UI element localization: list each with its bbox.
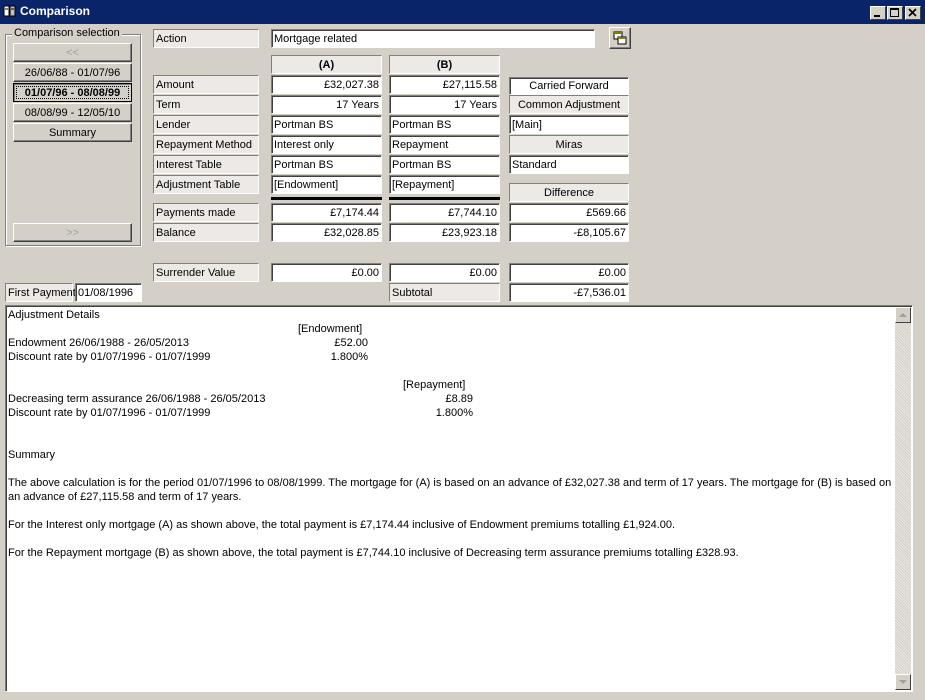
repayment-header: [Repayment] — [403, 379, 466, 391]
repayment-method-b-field[interactable]: Repayment — [389, 135, 500, 154]
arrow-up-icon — [899, 313, 907, 317]
surrender-value-difference-field[interactable]: £0.00 — [509, 263, 629, 282]
minimize-button[interactable] — [870, 6, 886, 20]
summary-paragraph-3: For the Repayment mortgage (B) as shown … — [8, 547, 739, 559]
subtotal-label: Subtotal — [389, 283, 500, 302]
column-b-separator — [389, 197, 500, 200]
action-label: Action — [153, 29, 259, 48]
minimize-icon — [874, 15, 880, 17]
endowment-header: [Endowment] — [298, 323, 363, 335]
details-heading: Adjustment Details — [8, 309, 100, 321]
payments-made-label: Payments made — [153, 203, 259, 222]
app-icon — [3, 5, 16, 17]
repayment-method-a-field[interactable]: Interest only — [271, 135, 382, 154]
dta-value: £8.89 — [445, 393, 473, 405]
scroll-up-button[interactable] — [895, 307, 911, 323]
repayment-method-label: Repayment Method — [153, 135, 259, 154]
title-bar[interactable] — [0, 0, 925, 24]
selection-item-summary[interactable]: Summary — [13, 123, 132, 142]
summary-paragraph-1a: The above calculation is for the period … — [8, 477, 892, 489]
payments-made-a-field[interactable]: £7,174.44 — [271, 203, 382, 222]
dta-line: Decreasing term assurance 26/06/1988 - 2… — [8, 393, 266, 405]
discount-line-1: Discount rate by 01/07/1996 - 01/07/1999 — [8, 351, 211, 363]
comparison-selection-legend: Comparison selection — [12, 27, 122, 39]
summary-paragraph-1b: an advance of £27,115.58 and term of 17 … — [8, 491, 242, 503]
discount-value-1: 1.800% — [330, 351, 368, 363]
lender-a-field[interactable]: Portman BS — [271, 115, 382, 134]
lender-label: Lender — [153, 115, 259, 134]
balance-difference-field[interactable]: -£8,105.67 — [509, 223, 629, 242]
summary-paragraph-2: For the Interest only mortgage (A) as sh… — [8, 519, 676, 531]
endowment-value: £52.00 — [334, 337, 368, 349]
column-header-b: (B) — [389, 55, 500, 74]
close-button[interactable] — [905, 6, 921, 20]
adjustment-table-b-field[interactable]: [Repayment] — [389, 175, 500, 194]
miras-field[interactable]: Standard — [509, 155, 629, 174]
carried-forward-button[interactable]: Carried Forward — [509, 77, 629, 95]
selection-item-period-3[interactable]: 08/08/99 - 12/05/10 — [13, 103, 132, 122]
surrender-value-label: Surrender Value — [153, 263, 259, 282]
summary-heading: Summary — [8, 449, 56, 461]
maximize-button[interactable] — [887, 6, 903, 20]
term-label: Term — [153, 95, 259, 114]
window-title: Comparison — [20, 4, 91, 18]
subtotal-field[interactable]: -£7,536.01 — [509, 283, 629, 302]
common-adjustment-label: Common Adjustment — [509, 95, 629, 114]
interest-table-a-field[interactable]: Portman BS — [271, 155, 382, 174]
arrow-down-icon — [899, 680, 907, 684]
first-payment-label: First Payment — [5, 283, 76, 302]
scroll-down-button[interactable] — [895, 674, 911, 690]
adjustment-table-a-field[interactable]: [Endowment] — [271, 175, 382, 194]
amount-b-field[interactable]: £27,115.58 — [389, 75, 500, 94]
details-scrollbar[interactable] — [895, 307, 911, 690]
amount-label: Amount — [153, 75, 259, 94]
amount-a-field[interactable]: £32,027.38 — [271, 75, 382, 94]
surrender-value-a-field[interactable]: £0.00 — [271, 263, 382, 282]
balance-a-field[interactable]: £32,028.85 — [271, 223, 382, 242]
close-icon — [908, 8, 917, 17]
payments-made-difference-field[interactable]: £569.66 — [509, 203, 629, 222]
endowment-line: Endowment 26/06/1988 - 26/05/2013 — [8, 337, 190, 349]
previous-button[interactable]: << — [13, 43, 132, 62]
balance-b-field[interactable]: £23,923.18 — [389, 223, 500, 242]
discount-line-2: Discount rate by 01/07/1996 - 01/07/1999 — [8, 407, 211, 419]
interest-table-b-field[interactable]: Portman BS — [389, 155, 500, 174]
maximize-icon — [890, 8, 899, 17]
term-a-field[interactable]: 17 Years — [271, 95, 382, 114]
column-header-a: (A) — [271, 55, 382, 74]
selection-item-period-1[interactable]: 26/06/88 - 01/07/96 — [13, 63, 132, 82]
column-a-separator — [271, 197, 382, 200]
action-field[interactable]: Mortgage related — [271, 29, 595, 48]
surrender-value-b-field[interactable]: £0.00 — [389, 263, 500, 282]
balance-label: Balance — [153, 223, 259, 242]
next-button[interactable]: >> — [13, 223, 132, 242]
term-b-field[interactable]: 17 Years — [389, 95, 500, 114]
interest-table-label: Interest Table — [153, 155, 259, 174]
action-lookup-button[interactable] — [609, 27, 631, 49]
payments-made-b-field[interactable]: £7,744.10 — [389, 203, 500, 222]
windows-icon — [613, 31, 627, 45]
first-payment-field[interactable]: 01/08/1996 — [75, 283, 142, 302]
selection-item-period-2[interactable]: 01/07/96 - 08/08/99 — [13, 83, 132, 102]
miras-label: Miras — [509, 135, 629, 154]
adjustment-table-label: Adjustment Table — [153, 175, 259, 194]
discount-value-2: 1.800% — [435, 407, 473, 419]
lender-b-field[interactable]: Portman BS — [389, 115, 500, 134]
difference-label: Difference — [509, 183, 629, 202]
common-adjustment-field[interactable]: [Main] — [509, 115, 629, 134]
